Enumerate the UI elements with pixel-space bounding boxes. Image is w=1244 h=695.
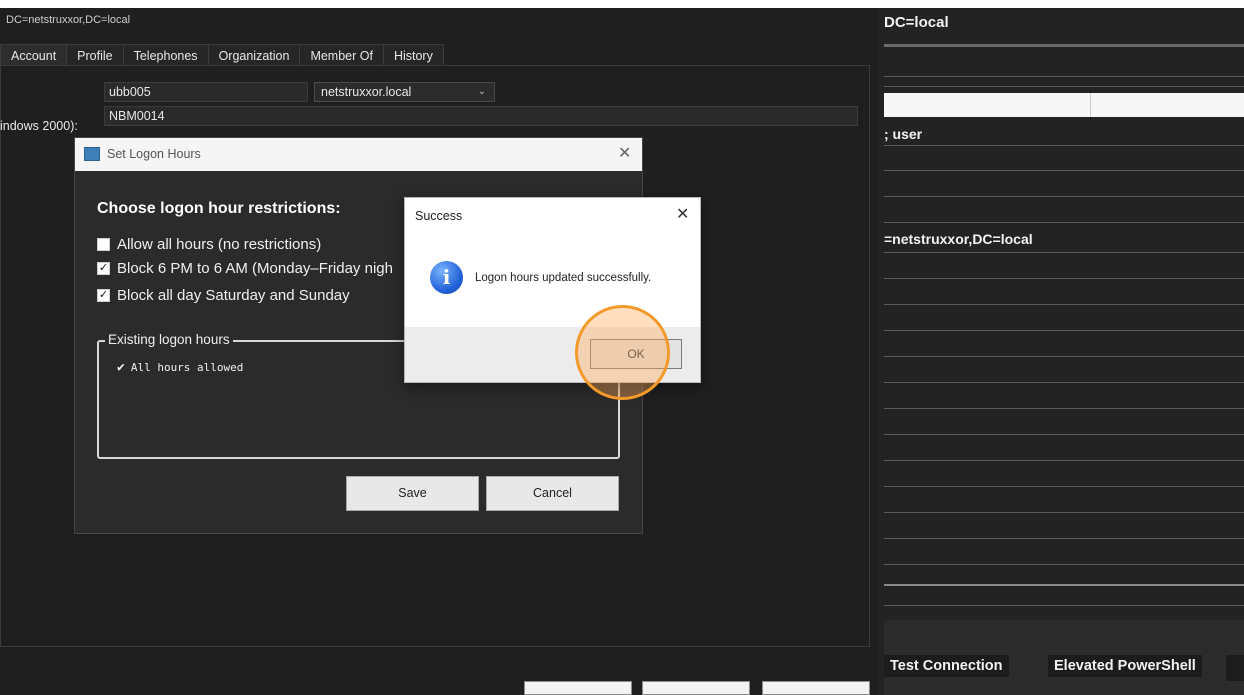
divider	[884, 584, 1244, 586]
divider	[884, 304, 1244, 305]
pre2000-logon-label: indows 2000):	[0, 119, 78, 133]
divider	[884, 170, 1244, 171]
pre2000-logon-input[interactable]: NBM0014	[104, 106, 858, 126]
cancel-button[interactable]: Cancel	[486, 476, 619, 511]
divider	[884, 512, 1244, 513]
divider	[884, 538, 1244, 539]
divider	[884, 486, 1244, 487]
logon-name-input[interactable]: ubb005	[104, 82, 308, 102]
app-icon	[84, 147, 100, 161]
checkbox-block-weekends[interactable]: ✓	[97, 289, 110, 302]
divider	[884, 278, 1244, 279]
tab-history[interactable]: History	[382, 44, 444, 66]
column-divider	[1090, 93, 1091, 117]
close-icon[interactable]: ✕	[618, 143, 631, 163]
divider	[884, 252, 1244, 253]
right-button-partial[interactable]	[1226, 655, 1244, 681]
success-message: Logon hours updated successfully.	[475, 272, 652, 284]
divider	[884, 460, 1244, 461]
right-window-title: DC=local	[884, 14, 949, 31]
tab-profile[interactable]: Profile	[66, 44, 124, 66]
option-allow-all-hours[interactable]: Allow all hours (no restrictions)	[97, 236, 321, 253]
save-button[interactable]: Save	[346, 476, 479, 511]
checkmark-icon: ✔	[117, 360, 125, 375]
ok-button[interactable]: OK	[590, 339, 682, 369]
divider	[884, 605, 1244, 606]
tab-bar: Account Profile Telephones Organization …	[0, 44, 444, 66]
divider	[884, 86, 1244, 87]
bottom-button-3[interactable]	[762, 681, 870, 695]
divider	[884, 330, 1244, 331]
right-row-dn: =netstruxxor,DC=local	[884, 231, 1033, 247]
divider	[884, 44, 1244, 47]
tab-account[interactable]: Account	[0, 44, 68, 66]
close-icon[interactable]: ✕	[676, 204, 689, 224]
window-title: DC=netstruxxor,DC=local	[6, 14, 131, 26]
elevated-powershell-button[interactable]: Elevated PowerShell	[1048, 655, 1202, 677]
divider	[884, 145, 1244, 146]
tab-telephones[interactable]: Telephones	[122, 44, 209, 66]
test-connection-button[interactable]: Test Connection	[884, 655, 1009, 677]
option-label: Block 6 PM to 6 AM (Monday–Friday nigh	[117, 260, 393, 277]
bottom-button-2[interactable]	[642, 681, 750, 695]
success-dialog-title: Success	[415, 209, 463, 223]
dialog-titlebar: Set Logon Hours ✕	[75, 138, 642, 171]
right-row-user: ; user	[884, 126, 923, 142]
dialog-title: Set Logon Hours	[107, 147, 201, 161]
divider	[884, 564, 1244, 565]
existing-hours-text: All hours allowed	[130, 361, 244, 374]
domain-select-value: netstruxxor.local	[321, 85, 412, 99]
existing-hours-item: ✔ All hours allowed	[117, 360, 243, 375]
tab-organization[interactable]: Organization	[207, 44, 301, 66]
success-dialog: Success ✕ i Logon hours updated successf…	[404, 197, 701, 383]
divider	[884, 196, 1244, 197]
tab-member-of[interactable]: Member Of	[299, 44, 384, 66]
checkbox-allow-all[interactable]	[97, 238, 110, 251]
divider	[884, 434, 1244, 435]
domain-select[interactable]: netstruxxor.local ⌄	[314, 82, 495, 102]
option-label: Block all day Saturday and Sunday	[117, 287, 350, 304]
right-header-row	[884, 93, 1244, 117]
divider	[884, 356, 1244, 357]
divider	[884, 408, 1244, 409]
divider	[884, 382, 1244, 383]
divider	[884, 76, 1244, 77]
restrictions-heading: Choose logon hour restrictions:	[97, 200, 341, 217]
bottom-button-1[interactable]	[524, 681, 632, 695]
divider	[884, 222, 1244, 223]
checkbox-block-weeknights[interactable]: ✓	[97, 262, 110, 275]
group-label: Existing logon hours	[105, 332, 233, 347]
chevron-down-icon: ⌄	[477, 86, 486, 97]
option-label: Allow all hours (no restrictions)	[117, 236, 322, 253]
info-icon: i	[430, 261, 463, 294]
option-block-weekends[interactable]: ✓ Block all day Saturday and Sunday	[97, 287, 350, 304]
option-block-weeknights[interactable]: ✓ Block 6 PM to 6 AM (Monday–Friday nigh	[97, 260, 393, 277]
